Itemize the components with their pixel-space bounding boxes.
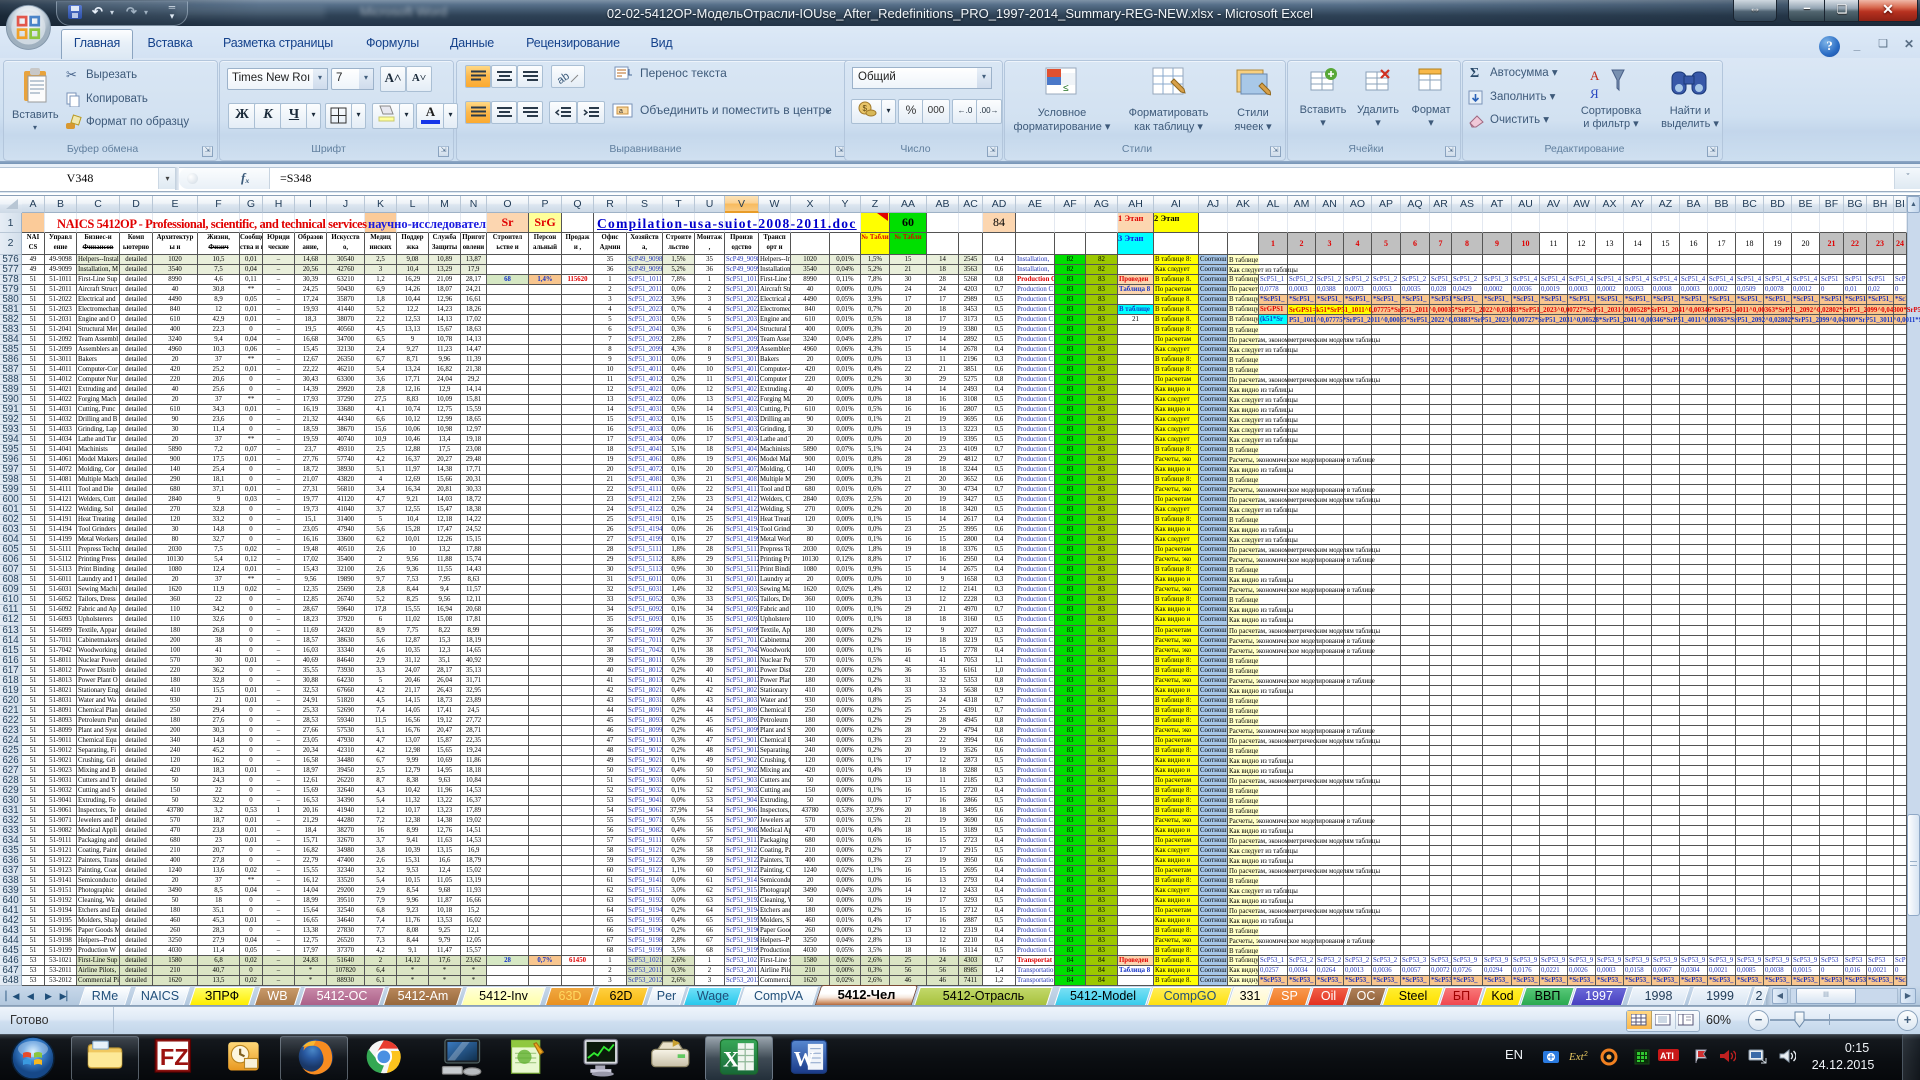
- svg-text:X: X: [723, 1047, 739, 1072]
- svg-text:2: 2: [1584, 1051, 1588, 1058]
- svg-text:a: a: [619, 108, 623, 115]
- svg-text:ATI: ATI: [1660, 1051, 1674, 1061]
- svg-text:FZ: FZ: [160, 1044, 189, 1070]
- svg-text:≤: ≤: [1063, 83, 1069, 94]
- svg-text:Ext: Ext: [1569, 1051, 1585, 1063]
- svg-text:W: W: [794, 1047, 815, 1071]
- svg-text:А: А: [1590, 68, 1600, 83]
- svg-text:Я: Я: [1590, 86, 1599, 101]
- svg-text:ab: ab: [557, 70, 572, 85]
